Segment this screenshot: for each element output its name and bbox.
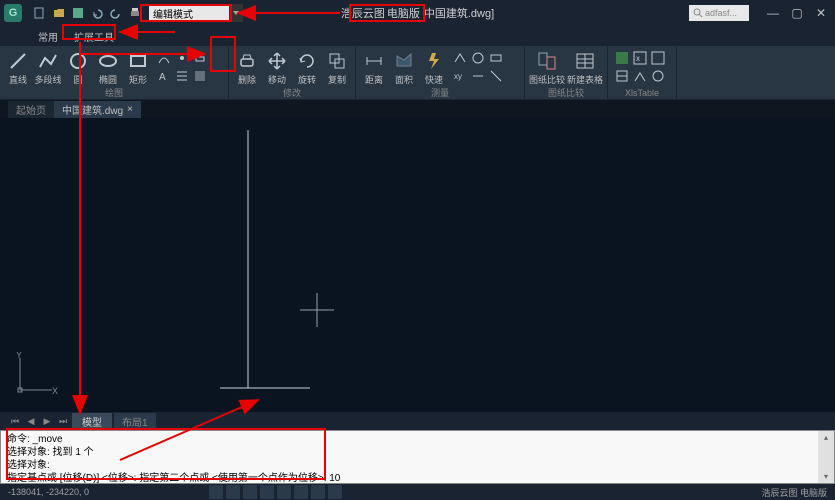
svg-text:xy: xy: [454, 72, 462, 81]
tab-extensions[interactable]: 扩展工具: [66, 27, 122, 46]
svg-text:Y: Y: [16, 352, 22, 360]
group-compare: 图纸比较: [529, 86, 603, 100]
qat-open-icon[interactable]: [51, 5, 67, 21]
close-button[interactable]: ✕: [813, 5, 829, 21]
qat-redo-icon[interactable]: [108, 5, 124, 21]
qat-print-icon[interactable]: [127, 5, 143, 21]
app-brand: 浩辰云图: [341, 5, 385, 21]
model-tab[interactable]: 模型: [72, 413, 112, 430]
cmd-scrollbar[interactable]: ▴▾: [818, 431, 834, 483]
layout-tab[interactable]: 布局1: [114, 413, 156, 430]
svg-text:X: X: [52, 386, 58, 396]
group-xls: XlsTable: [612, 88, 672, 99]
status-coords: -138041, -234220, 0: [8, 487, 89, 497]
drawing-canvas[interactable]: YX: [0, 118, 835, 412]
tool-rotate[interactable]: 旋转: [293, 48, 321, 86]
tool-circle[interactable]: 圆: [64, 48, 92, 86]
tool-distance[interactable]: 距离: [360, 48, 388, 86]
nav-last-icon[interactable]: ⏭: [56, 414, 70, 428]
app-logo: G: [4, 4, 22, 22]
tool-ellipse[interactable]: 椭圆: [94, 48, 122, 86]
doctab-start[interactable]: 起始页: [8, 101, 54, 118]
app-version: 电脑版: [387, 5, 420, 21]
close-tab-icon[interactable]: ×: [127, 104, 133, 115]
ucs-icon: YX: [14, 352, 58, 396]
group-draw: 绘图: [4, 86, 224, 100]
qat-undo-icon[interactable]: [89, 5, 105, 21]
tool-line[interactable]: 直线: [4, 48, 32, 86]
doctab-file[interactable]: 中国建筑.dwg×: [54, 101, 141, 118]
tool-erase[interactable]: 删除: [233, 48, 261, 86]
status-icons[interactable]: [209, 485, 342, 499]
group-modify: 修改: [233, 86, 351, 100]
group-measure: 测量: [360, 86, 520, 100]
tab-common[interactable]: 常用: [30, 27, 66, 46]
qat-new-icon[interactable]: [32, 5, 48, 21]
cmd-line-3: 选择对象:: [7, 459, 828, 472]
svg-text:A: A: [159, 72, 166, 83]
measure-small-tools[interactable]: xy: [450, 48, 520, 86]
cmd-line-1: 命令: _move: [7, 433, 828, 446]
command-line[interactable]: 命令: _move 选择对象: 找到 1 个 选择对象: 指定基点或 [位移(D…: [0, 430, 835, 484]
tool-newtable[interactable]: 新建表格: [567, 48, 603, 86]
nav-first-icon[interactable]: ⏮: [8, 414, 22, 428]
qat-save-icon[interactable]: [70, 5, 86, 21]
nav-prev-icon[interactable]: ◀: [24, 414, 38, 428]
tool-rect[interactable]: 矩形: [124, 48, 152, 86]
tool-dwgcompare[interactable]: 图纸比较: [529, 48, 565, 86]
tool-area[interactable]: 面积: [390, 48, 418, 86]
mode-dropdown-icon[interactable]: [229, 4, 243, 22]
search-input[interactable]: adfasf...: [689, 5, 749, 21]
minimize-button[interactable]: —: [765, 5, 781, 21]
mode-selector[interactable]: 编辑模式: [149, 4, 229, 22]
draw-small-tools[interactable]: A: [154, 48, 224, 86]
maximize-button[interactable]: ▢: [789, 5, 805, 21]
title-filename: 中国建筑.dwg]: [424, 5, 494, 21]
nav-next-icon[interactable]: ▶: [40, 414, 54, 428]
cmd-line-2: 选择对象: 找到 1 个: [7, 446, 828, 459]
tool-copy[interactable]: 复制: [323, 48, 351, 86]
svg-text:x: x: [636, 54, 640, 63]
tool-move[interactable]: 移动: [263, 48, 291, 86]
status-right: 浩辰云图 电脑版: [761, 486, 827, 499]
tool-quick[interactable]: 快速: [420, 48, 448, 86]
tool-polyline[interactable]: 多段线: [34, 48, 62, 86]
xls-tools[interactable]: x: [612, 48, 672, 86]
cmd-line-4: 指定基点或 [位移(D)] <位移>: 指定第二个点或 <使用第一个点作为位移>…: [7, 472, 828, 485]
